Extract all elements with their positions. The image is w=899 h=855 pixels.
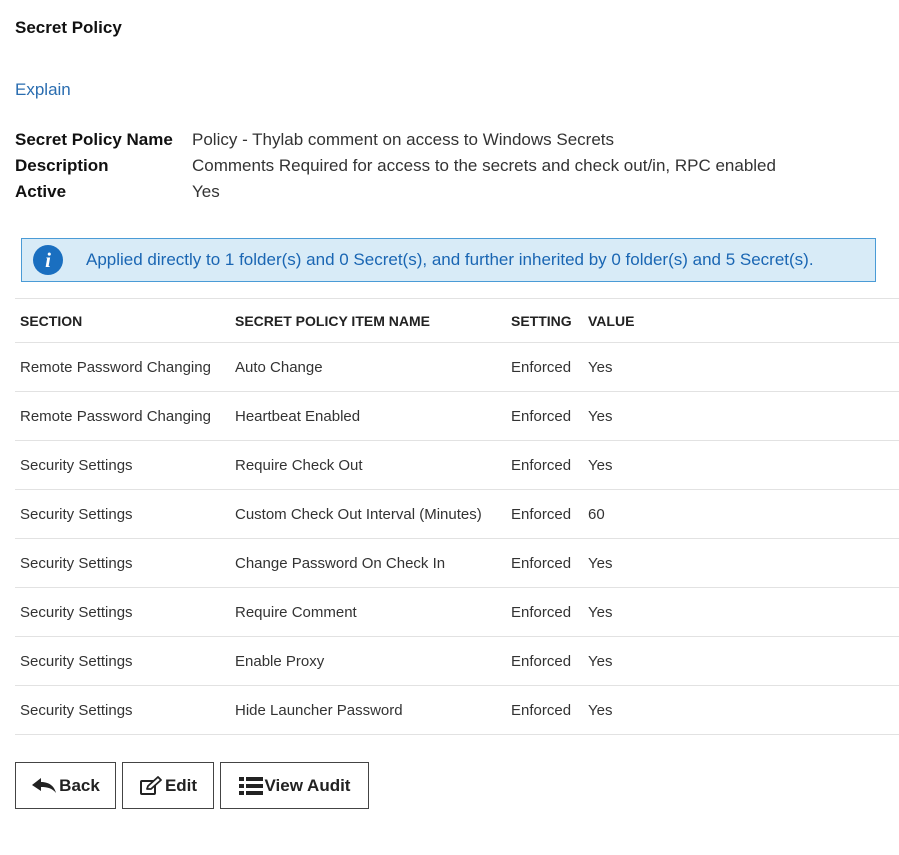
table-row: Security Settings Change Password On Che…: [15, 538, 899, 588]
table-header-row: SECTION SECRET POLICY ITEM NAME SETTING …: [15, 298, 899, 343]
cell-section: Remote Password Changing: [15, 391, 230, 441]
cell-section: Security Settings: [15, 489, 230, 539]
edit-button[interactable]: Edit: [122, 762, 214, 809]
cell-section: Security Settings: [15, 538, 230, 588]
description-value: Comments Required for access to the secr…: [192, 156, 776, 175]
table-row: Remote Password Changing Heartbeat Enabl…: [15, 391, 899, 441]
cell-value: Yes: [583, 440, 899, 490]
cell-setting: Enforced: [506, 391, 583, 441]
cell-item-name: Require Check Out: [230, 440, 506, 490]
cell-setting: Enforced: [506, 587, 583, 637]
cell-item-name: Hide Launcher Password: [230, 685, 506, 735]
cell-section: Security Settings: [15, 636, 230, 686]
active-value: Yes: [192, 182, 220, 201]
back-button-label: Back: [59, 775, 100, 795]
cell-value: Yes: [583, 342, 899, 392]
cell-value: Yes: [583, 685, 899, 735]
back-button[interactable]: Back: [15, 762, 116, 809]
cell-item-name: Auto Change: [230, 342, 506, 392]
info-banner-text: Applied directly to 1 folder(s) and 0 Se…: [86, 250, 814, 269]
column-header-setting[interactable]: SETTING: [506, 298, 583, 343]
description-label: Description: [15, 156, 109, 175]
policy-name-label: Secret Policy Name: [15, 130, 173, 149]
active-label: Active: [15, 182, 67, 201]
policy-items-table: SECTION SECRET POLICY ITEM NAME SETTING …: [15, 298, 899, 735]
list-icon: [238, 776, 263, 795]
detail-row-description: Description Comments Required for access…: [15, 153, 776, 179]
column-header-item-name[interactable]: SECRET POLICY ITEM NAME: [230, 298, 506, 343]
cell-setting: Enforced: [506, 538, 583, 588]
action-buttons: Back Edit View Audit: [15, 762, 375, 809]
cell-section: Remote Password Changing: [15, 342, 230, 392]
detail-row-active: Active Yes: [15, 179, 776, 205]
edit-button-label: Edit: [164, 775, 198, 795]
cell-item-name: Require Comment: [230, 587, 506, 637]
table-row: Remote Password Changing Auto Change Enf…: [15, 342, 899, 392]
cell-item-name: Heartbeat Enabled: [230, 391, 506, 441]
cell-value: Yes: [583, 636, 899, 686]
cell-value: Yes: [583, 391, 899, 441]
cell-setting: Enforced: [506, 342, 583, 392]
table-row: Security Settings Custom Check Out Inter…: [15, 489, 899, 539]
view-audit-button-label: View Audit: [264, 775, 351, 795]
detail-row-name: Secret Policy Name Policy - Thylab comme…: [15, 127, 776, 153]
column-header-section[interactable]: SECTION: [15, 298, 230, 343]
table-row: Security Settings Hide Launcher Password…: [15, 685, 899, 735]
edit-icon: [139, 775, 162, 795]
policy-name-value: Policy - Thylab comment on access to Win…: [192, 130, 615, 149]
cell-setting: Enforced: [506, 489, 583, 539]
cell-setting: Enforced: [506, 440, 583, 490]
cell-item-name: Change Password On Check In: [230, 538, 506, 588]
policy-details: Secret Policy Name Policy - Thylab comme…: [15, 127, 776, 205]
cell-section: Security Settings: [15, 440, 230, 490]
table-row: Security Settings Require Comment Enforc…: [15, 587, 899, 637]
cell-item-name: Custom Check Out Interval (Minutes): [230, 489, 506, 539]
cell-section: Security Settings: [15, 685, 230, 735]
page-title: Secret Policy: [15, 18, 122, 37]
view-audit-button[interactable]: View Audit: [220, 762, 369, 809]
explain-link[interactable]: Explain: [15, 80, 71, 100]
cell-setting: Enforced: [506, 636, 583, 686]
cell-setting: Enforced: [506, 685, 583, 735]
info-icon: i: [33, 245, 63, 275]
cell-value: Yes: [583, 587, 899, 637]
cell-value: Yes: [583, 538, 899, 588]
table-row: Security Settings Require Check Out Enfo…: [15, 440, 899, 490]
reply-arrow-icon: [32, 777, 57, 793]
info-banner: i Applied directly to 1 folder(s) and 0 …: [21, 238, 876, 282]
column-header-value[interactable]: VALUE: [583, 298, 899, 343]
cell-value: 60: [583, 489, 899, 539]
cell-section: Security Settings: [15, 587, 230, 637]
table-row: Security Settings Enable Proxy Enforced …: [15, 636, 899, 686]
cell-item-name: Enable Proxy: [230, 636, 506, 686]
